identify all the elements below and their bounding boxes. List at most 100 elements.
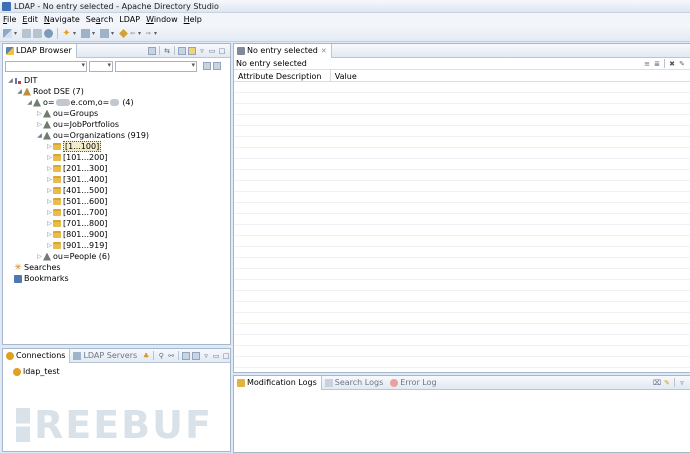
tab-search-logs[interactable]: Search Logs: [322, 376, 387, 390]
run-quick-search-icon[interactable]: [203, 62, 211, 70]
link-icon[interactable]: ⇆: [163, 47, 171, 55]
menu-navigate[interactable]: Navigate: [41, 15, 83, 24]
menu-window[interactable]: Window: [143, 15, 181, 24]
view-menu-icon[interactable]: ▿: [202, 352, 210, 360]
next-annotation-dropdown-icon[interactable]: ▾: [92, 29, 98, 38]
menu-ldap[interactable]: LDAP: [116, 15, 143, 24]
maximize-icon[interactable]: □: [218, 47, 226, 55]
tab-connections[interactable]: Connections: [3, 348, 71, 363]
tree-node-range[interactable]: ▷ [401...500]: [46, 185, 107, 196]
editor-options-icon[interactable]: ✎: [678, 60, 686, 68]
column-value[interactable]: Value: [331, 70, 690, 82]
collapse-toggle-icon[interactable]: ◢: [7, 77, 14, 84]
expand-toggle-icon[interactable]: ▷: [46, 187, 53, 194]
prev-annotation-dropdown-icon[interactable]: ▾: [111, 29, 117, 38]
clear-log-icon[interactable]: ⌧: [653, 379, 661, 387]
prev-annotation-icon[interactable]: [100, 28, 109, 38]
tree-node-dit[interactable]: ◢ DIT: [7, 75, 37, 86]
expand-toggle-icon[interactable]: ▷: [46, 231, 53, 238]
minimize-icon[interactable]: ▭: [208, 47, 216, 55]
minimize-icon[interactable]: ▭: [212, 352, 220, 360]
connection-item[interactable]: ldap_test: [13, 366, 60, 377]
editor-header: No entry selected ≡ ≣ ✖ ✎: [234, 58, 690, 70]
tree-node-searches[interactable]: ✳ Searches: [14, 262, 60, 273]
tree-node-range[interactable]: ▷ [801...900]: [46, 229, 107, 240]
tree-node-range[interactable]: ▷ [301...400]: [46, 174, 107, 185]
tree-node-range[interactable]: ▷ [201...300]: [46, 163, 107, 174]
expand-toggle-icon[interactable]: ▷: [36, 253, 43, 260]
close-connection-icon[interactable]: ⚯: [167, 352, 175, 360]
expand-toggle-icon[interactable]: ▷: [46, 154, 53, 161]
save-all-icon[interactable]: [33, 28, 42, 38]
tree-node-base-dn[interactable]: ◢ o= e.com,o= (4): [26, 97, 133, 108]
last-edit-icon[interactable]: [119, 28, 128, 38]
attribute-select[interactable]: [5, 60, 87, 72]
menu-search[interactable]: Search: [83, 15, 117, 24]
view-menu-icon[interactable]: ▿: [198, 47, 206, 55]
tab-modification-logs[interactable]: Modification Logs: [234, 375, 322, 390]
value-select[interactable]: [115, 60, 197, 72]
tree-node-organizations[interactable]: ◢ ou=Organizations (919): [36, 130, 149, 141]
tree-node-range[interactable]: ▷ [101...200]: [46, 152, 107, 163]
search-wand-icon[interactable]: ✦: [62, 28, 71, 38]
expand-toggle-icon[interactable]: ▷: [46, 165, 53, 172]
tree-node-range[interactable]: ▷ [601...700]: [46, 207, 107, 218]
tab-no-entry-selected[interactable]: No entry selected ✕: [234, 43, 332, 58]
tree-node-range[interactable]: ▷ [901...919]: [46, 240, 107, 251]
expand-toggle-icon[interactable]: ▷: [46, 198, 53, 205]
quick-search-options-icon[interactable]: [213, 62, 221, 70]
tree-node-range[interactable]: ▷ [501...600]: [46, 196, 107, 207]
maximize-icon[interactable]: □: [222, 352, 230, 360]
tree-node-bookmarks[interactable]: Bookmarks: [14, 273, 69, 284]
new-dropdown-icon[interactable]: ▾: [14, 29, 20, 38]
expand-toggle-icon[interactable]: ▷: [36, 110, 43, 117]
tree-node-range[interactable]: ▷ [701...800]: [46, 218, 107, 229]
tree-node-groups[interactable]: ▷ ou=Groups: [36, 108, 98, 119]
close-tab-icon[interactable]: ✕: [321, 47, 327, 55]
back-icon[interactable]: ⇦: [130, 29, 136, 38]
collapse-toggle-icon[interactable]: ◢: [26, 99, 33, 106]
open-sort-dialog-icon[interactable]: [178, 46, 186, 55]
collapse-all-icon[interactable]: [192, 351, 201, 360]
print-icon[interactable]: [44, 28, 53, 38]
back-dropdown-icon[interactable]: ▾: [138, 29, 144, 38]
expand-toggle-icon[interactable]: ▷: [46, 242, 53, 249]
tree-node-jobportfolios[interactable]: ▷ ou=JobPortfolios: [36, 119, 119, 130]
expand-toggle-icon[interactable]: ▷: [46, 220, 53, 227]
column-attribute-description[interactable]: Attribute Description: [234, 70, 331, 82]
forward-dropdown-icon[interactable]: ▾: [154, 29, 160, 38]
expand-toggle-icon[interactable]: ▷: [46, 209, 53, 216]
delete-attribute-icon[interactable]: ✖: [668, 60, 676, 68]
expand-all-icon[interactable]: [182, 351, 191, 360]
tab-ldap-servers[interactable]: LDAP Servers: [70, 349, 141, 363]
tab-error-log[interactable]: Error Log: [387, 376, 440, 390]
tab-ldap-browser[interactable]: LDAP Browser: [3, 43, 77, 58]
search-dropdown-icon[interactable]: ▾: [73, 29, 79, 38]
menu-file[interactable]: File: [0, 15, 19, 24]
folder-icon: [53, 176, 61, 183]
forward-icon[interactable]: ⇨: [146, 29, 152, 38]
open-connection-icon[interactable]: ⚲: [157, 352, 165, 360]
new-icon[interactable]: [3, 28, 12, 38]
refresh-log-icon[interactable]: ✎: [663, 379, 671, 387]
collapse-toggle-icon[interactable]: ◢: [36, 132, 43, 139]
expand-toggle-icon[interactable]: ▷: [46, 176, 53, 183]
collapse-all-icon[interactable]: [148, 46, 156, 55]
view-menu-icon[interactable]: ▿: [678, 379, 686, 387]
next-annotation-icon[interactable]: [81, 28, 90, 38]
tree-node-people[interactable]: ▷ ou=People (6): [36, 251, 110, 262]
operator-select[interactable]: [89, 60, 113, 72]
save-icon[interactable]: [22, 28, 31, 38]
tree-node-root-dse[interactable]: ◢ Root DSE (7): [16, 86, 84, 97]
expand-toggle-icon[interactable]: ▷: [46, 143, 53, 150]
collapse-all-icon[interactable]: ≣: [653, 60, 661, 68]
collapse-toggle-icon[interactable]: ◢: [16, 88, 23, 95]
menu-edit[interactable]: Edit: [19, 15, 41, 24]
link-with-editor-icon[interactable]: [188, 46, 196, 55]
menu-help[interactable]: Help: [181, 15, 205, 24]
ldap-browser-view: LDAP Browser ⇆ ▿ ▭ □ ◢ DIT ◢ Root D: [2, 43, 231, 345]
tree-node-range[interactable]: ▷ [1...100]: [46, 141, 102, 152]
expand-all-icon[interactable]: ≡: [643, 60, 651, 68]
expand-toggle-icon[interactable]: ▷: [36, 121, 43, 128]
new-connection-icon[interactable]: ♣: [142, 352, 150, 360]
